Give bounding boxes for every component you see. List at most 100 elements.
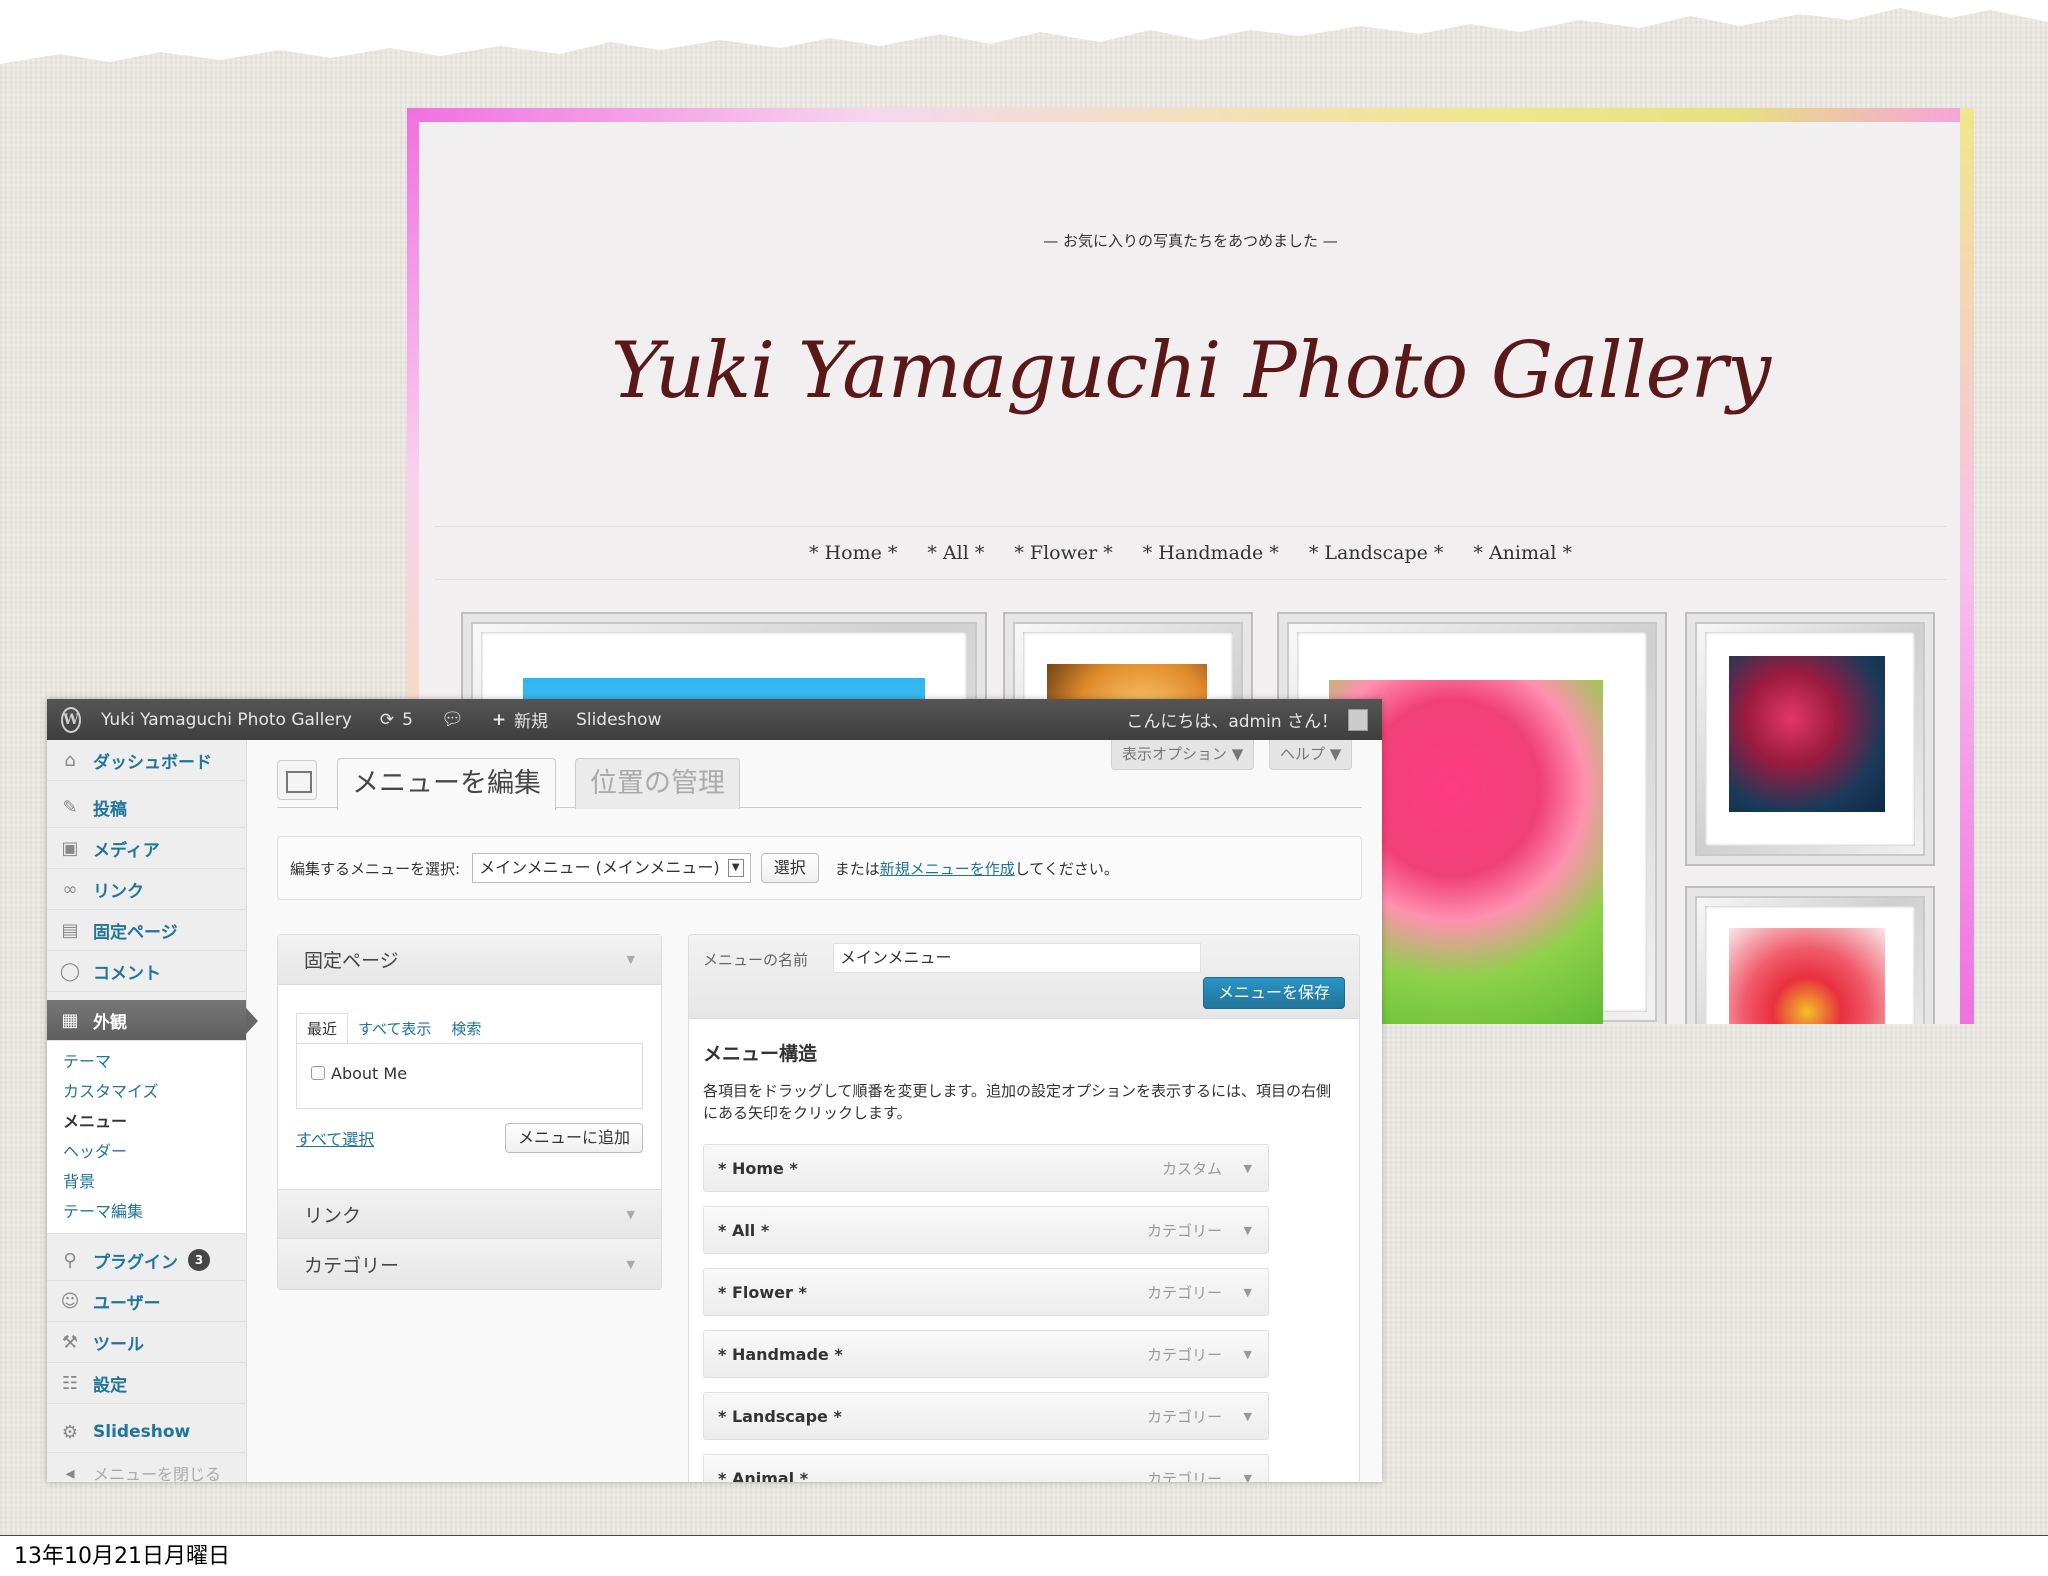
chevron-down-icon: ▼	[727, 859, 744, 877]
menu-select[interactable]: メインメニュー (メインメニュー) ▼	[472, 853, 751, 883]
chevron-down-icon[interactable]: ▼	[1244, 1224, 1252, 1237]
avatar	[1348, 708, 1368, 731]
categories-panel-header[interactable]: カテゴリー	[278, 1239, 661, 1289]
chevron-down-icon[interactable]: ▼	[1244, 1472, 1252, 1483]
sidebar-item-comments[interactable]: ◯ コメント	[47, 951, 246, 992]
chevron-down-icon[interactable]: ▼	[1244, 1348, 1252, 1361]
links-panel-header[interactable]: リンク	[278, 1189, 661, 1239]
photo-frame-camellia[interactable]	[1685, 886, 1935, 1024]
menu-item-title: * All *	[718, 1220, 770, 1240]
home-icon: ⌂	[64, 749, 76, 771]
collapse-menu-button[interactable]: ◂ メニューを閉じる	[47, 1453, 246, 1483]
sidebar-item-posts[interactable]: ✎ 投稿	[47, 787, 246, 828]
sidebar-item-label: ユーザー	[93, 1293, 161, 1314]
submenu-customize[interactable]: カスタマイズ	[47, 1077, 246, 1107]
menu-item-type: カスタム	[1161, 1159, 1222, 1178]
photo-frame-plum[interactable]	[1685, 612, 1935, 866]
admin-bar-account[interactable]: こんにちは、admin さん！	[1112, 699, 1382, 740]
admin-bar-updates[interactable]: ⟳ 5	[366, 699, 427, 740]
photo-camellia	[1729, 928, 1885, 1024]
sidebar-item-settings[interactable]: ☷ 設定	[47, 1363, 246, 1404]
admin-bar: W Yuki Yamaguchi Photo Gallery ⟳ 5 💬︎ + 新規…	[47, 699, 1382, 740]
site-nav-all[interactable]: * All *	[927, 542, 984, 564]
site-tagline: — お気に入りの写真たちをあつめました —	[1043, 232, 1338, 250]
plus-icon: +	[491, 709, 507, 730]
chevron-down-icon[interactable]: ▼	[1244, 1410, 1252, 1423]
admin-bar-new[interactable]: + 新規	[478, 699, 562, 740]
site-nav-landscape[interactable]: * Landscape *	[1309, 542, 1444, 564]
link-icon: ∞	[62, 878, 78, 900]
menu-item[interactable]: * Home * カスタム ▼	[703, 1144, 1269, 1192]
sidebar-item-label: プラグイン	[93, 1252, 178, 1273]
save-menu-button[interactable]: メニューを保存	[1202, 977, 1345, 1009]
pages-panel-header[interactable]: 固定ページ	[278, 935, 661, 985]
pages-checklist: About Me	[296, 1043, 643, 1109]
submenu-background[interactable]: 背景	[47, 1167, 246, 1197]
admin-bar-comments[interactable]: 💬︎	[427, 699, 478, 740]
plugin-icon: ⚲	[63, 1249, 77, 1271]
wp-admin-window: W Yuki Yamaguchi Photo Gallery ⟳ 5 💬︎ + 新規…	[47, 699, 1382, 1482]
menu-item[interactable]: * Landscape * カテゴリー ▼	[703, 1392, 1269, 1440]
menu-name-input[interactable]: メインメニュー	[833, 943, 1201, 973]
submenu-menus[interactable]: メニュー	[47, 1107, 246, 1137]
sidebar-item-slideshow[interactable]: ⚙ Slideshow	[47, 1412, 246, 1453]
comment-icon: ◯	[59, 960, 81, 982]
admin-bar-site-name[interactable]: Yuki Yamaguchi Photo Gallery	[87, 699, 366, 740]
gear-icon: ⚙	[61, 1421, 79, 1443]
chevron-down-icon[interactable]: ▼	[1244, 1162, 1252, 1175]
frame-top-border	[407, 108, 1974, 122]
users-icon: ☺	[60, 1290, 80, 1312]
admin-bar-slideshow[interactable]: Slideshow	[562, 699, 675, 740]
site-nav-animal[interactable]: * Animal *	[1473, 542, 1572, 564]
select-button[interactable]: 選択	[760, 853, 819, 883]
menu-item-type: カテゴリー	[1146, 1469, 1222, 1483]
menu-item[interactable]: * Flower * カテゴリー ▼	[703, 1268, 1269, 1316]
tab-edit-menus[interactable]: メニューを編集	[337, 758, 556, 810]
site-nav-home[interactable]: * Home *	[809, 542, 897, 564]
sidebar-item-users[interactable]: ☺ ユーザー	[47, 1281, 246, 1322]
chevron-down-icon[interactable]: ▼	[1244, 1286, 1252, 1299]
select-all-link[interactable]: すべて選択	[296, 1126, 374, 1150]
sidebar-item-plugins[interactable]: ⚲ プラグイン 3	[47, 1240, 246, 1281]
wp-logo-menu[interactable]: W	[47, 699, 87, 740]
page-checkbox[interactable]	[311, 1066, 325, 1080]
site-title[interactable]: Yuki Yamaguchi Photo Gallery	[407, 326, 1974, 416]
tab-most-recent[interactable]: 最近	[296, 1013, 349, 1043]
submenu-themes[interactable]: テーマ	[47, 1047, 246, 1077]
tab-search[interactable]: 検索	[441, 1018, 491, 1043]
or-text: または	[834, 859, 880, 878]
tab-manage-locations[interactable]: 位置の管理	[575, 758, 740, 809]
menu-item[interactable]: * All * カテゴリー ▼	[703, 1206, 1269, 1254]
menu-item[interactable]: * Animal * カテゴリー ▼	[703, 1454, 1269, 1482]
sidebar-item-appearance[interactable]: ▦ 外観	[47, 1000, 258, 1041]
main-content: 表示オプション ▼ ヘルプ ▼ メニューを編集 位置の管理 編集するメニューを選…	[247, 740, 1382, 1482]
pages-panel: 固定ページ 最近 すべて表示 検索 About Me すべて選択	[277, 934, 662, 1290]
site-nav-flower[interactable]: * Flower *	[1014, 542, 1112, 564]
appearance-icon: ▦	[61, 1009, 79, 1031]
menus-screen-icon	[277, 760, 317, 800]
add-to-menu-button[interactable]: メニューに追加	[504, 1123, 643, 1153]
sidebar-item-media[interactable]: ▣ メディア	[47, 828, 246, 869]
site-nav-handmade[interactable]: * Handmade *	[1143, 542, 1279, 564]
page-icon: ▤	[61, 919, 79, 941]
sidebar-item-tools[interactable]: ⚒ ツール	[47, 1322, 246, 1363]
menu-select-value: メインメニュー (メインメニュー)	[479, 858, 720, 877]
settings-icon: ☷	[61, 1372, 79, 1394]
submenu-theme-editor[interactable]: テーマ編集	[47, 1197, 246, 1227]
tab-view-all[interactable]: すべて表示	[348, 1018, 441, 1043]
sidebar-item-label: 投稿	[93, 799, 127, 820]
menu-item-type: カテゴリー	[1146, 1221, 1222, 1240]
sidebar-item-pages[interactable]: ▤ 固定ページ	[47, 910, 246, 951]
menu-name-label: メニューの名前	[703, 951, 809, 969]
menu-items-sidebar: 固定ページ 最近 すべて表示 検索 About Me すべて選択	[277, 934, 662, 1290]
sidebar-item-dashboard[interactable]: ⌂ ダッシュボード	[47, 740, 246, 781]
sidebar-item-links[interactable]: ∞ リンク	[47, 869, 246, 910]
appearance-submenu: テーマ カスタマイズ メニュー ヘッダー 背景 テーマ編集	[47, 1041, 246, 1234]
slide-background: — お気に入りの写真たちをあつめました — Yuki Yamaguchi Pho…	[0, 0, 2048, 1536]
menu-item[interactable]: * Handmade * カテゴリー ▼	[703, 1330, 1269, 1378]
menu-name-bar: メニューの名前 メインメニュー メニューを保存	[689, 935, 1359, 1019]
submenu-header[interactable]: ヘッダー	[47, 1137, 246, 1167]
menu-select-bar: 編集するメニューを選択: メインメニュー (メインメニュー) ▼ 選択 または 新…	[277, 836, 1362, 900]
create-new-menu-link[interactable]: 新規メニューを作成	[880, 858, 1015, 879]
wordpress-logo-icon: W	[61, 706, 81, 733]
